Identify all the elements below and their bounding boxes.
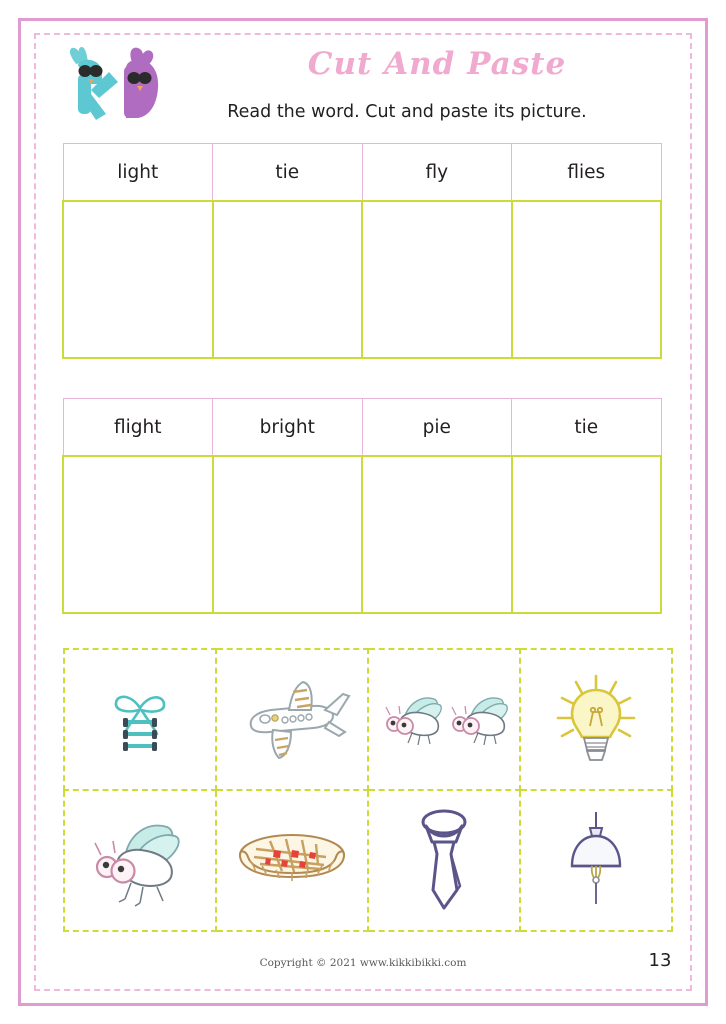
paste-area[interactable]: [361, 455, 513, 614]
cut-cell[interactable]: [519, 789, 673, 932]
fly-icon: [65, 791, 215, 930]
two-flies-icon: [369, 650, 519, 789]
airplane-icon: [217, 650, 367, 789]
word-row: flight bright pie tie: [62, 398, 662, 457]
cut-cell[interactable]: [215, 789, 369, 932]
word-row: light tie fly flies: [62, 143, 662, 202]
word-cell: pie: [361, 398, 512, 457]
paste-area[interactable]: [361, 200, 513, 359]
word-cell: fly: [361, 143, 512, 202]
paste-area[interactable]: [211, 200, 363, 359]
paste-area[interactable]: [62, 200, 214, 359]
necktie-icon: [369, 791, 519, 930]
cut-cell[interactable]: [367, 789, 521, 932]
paste-area[interactable]: [62, 455, 214, 614]
instruction-text: Read the word. Cut and paste its picture…: [227, 102, 587, 122]
word-cell: tie: [511, 398, 662, 457]
worksheet-header: Cut And Paste Read the word. Cut and pas…: [42, 40, 684, 140]
word-cell: bright: [212, 398, 363, 457]
word-cell: flight: [62, 398, 213, 457]
word-table-2: flight bright pie tie: [62, 398, 662, 614]
word-cell: flies: [511, 143, 662, 202]
paste-area[interactable]: [211, 455, 363, 614]
shoelace-bow-icon: [65, 650, 215, 789]
answer-row: [62, 200, 662, 359]
word-table-1: light tie fly flies: [62, 143, 662, 359]
cut-cell[interactable]: [63, 648, 217, 791]
cut-cell[interactable]: [215, 648, 369, 791]
cut-cell[interactable]: [63, 789, 217, 932]
cut-row: [63, 789, 673, 932]
copyright-text: Copyright © 2021 www.kikkibikki.com: [259, 957, 467, 969]
cut-out-picture-grid: [63, 648, 673, 932]
logo-letter-k-bird: [69, 47, 118, 120]
pie-icon: [217, 791, 367, 930]
cut-row: [63, 648, 673, 791]
answer-row: [62, 455, 662, 614]
word-cell: light: [62, 143, 213, 202]
worksheet-page: Cut And Paste Read the word. Cut and pas…: [0, 0, 726, 1024]
word-cell: tie: [212, 143, 363, 202]
paste-area[interactable]: [510, 200, 662, 359]
paste-area[interactable]: [510, 455, 662, 614]
page-number: 13: [648, 950, 672, 971]
cut-cell[interactable]: [519, 648, 673, 791]
hanging-lamp-icon: [521, 791, 671, 930]
light-bulb-icon: [521, 650, 671, 789]
cut-cell[interactable]: [367, 648, 521, 791]
page-title: Cut And Paste: [307, 46, 567, 82]
